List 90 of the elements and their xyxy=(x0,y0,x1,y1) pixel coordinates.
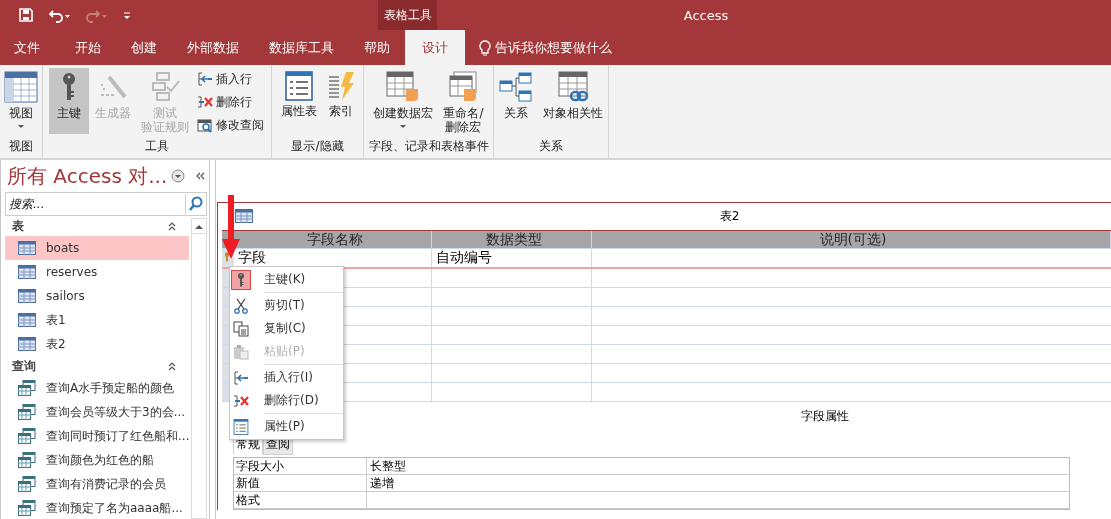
arrow-annotation xyxy=(222,195,240,259)
data-type-cell[interactable]: 自动编号 xyxy=(432,249,592,267)
property-name: 格式 xyxy=(234,492,367,508)
document-tab[interactable]: 表2 xyxy=(719,209,740,223)
group-label: 字段、记录和表格事件 xyxy=(368,138,489,155)
property-name: 新值 xyxy=(234,475,367,491)
menu-item[interactable]: 属性(P) xyxy=(230,415,343,438)
ribbon-button[interactable]: 修改查阅 xyxy=(194,114,266,136)
scroll-up-icon[interactable] xyxy=(195,223,203,229)
collapse-icon[interactable] xyxy=(167,360,177,372)
group-header[interactable]: 查询 xyxy=(12,357,36,375)
table-icon xyxy=(18,313,36,327)
ribbon-tab[interactable]: 开始 xyxy=(60,30,116,65)
ribbon-button[interactable]: 视图 xyxy=(0,68,42,134)
tell-me-search[interactable]: 告诉我你想要做什么 xyxy=(495,38,612,57)
table-icon xyxy=(18,337,36,351)
nav-item[interactable]: 查询A水手预定船的颜色 xyxy=(5,376,189,400)
column-header: 数据类型 xyxy=(432,231,592,248)
query-icon xyxy=(18,500,36,516)
table-icon xyxy=(18,265,36,279)
group-label: 视图 xyxy=(9,138,33,155)
query-icon xyxy=(18,476,36,492)
nav-item[interactable]: 查询预定了名为aaaa船... xyxy=(5,496,189,519)
property-name: 字段大小 xyxy=(234,458,367,474)
caret-icon[interactable] xyxy=(399,124,408,129)
table-scroll-icon xyxy=(386,71,421,103)
nav-pane-title[interactable]: 所有 Access 对... xyxy=(7,162,168,190)
menu-item[interactable]: 复制(C) xyxy=(230,317,343,340)
ribbon-tab[interactable]: 创建 xyxy=(116,30,172,65)
column-header: 说明(可选) xyxy=(592,231,1111,248)
query-icon xyxy=(18,404,36,420)
relationships-icon xyxy=(499,71,533,103)
menu-item[interactable]: 删除行(D) xyxy=(230,389,343,412)
nav-item[interactable]: 查询颜色为红色的船 xyxy=(5,448,189,472)
ribbon-button[interactable]: 主键 xyxy=(48,68,89,134)
ribbon-button[interactable]: 索引 xyxy=(322,68,359,134)
query-icon xyxy=(18,452,36,468)
grid-icon xyxy=(4,71,38,103)
insert-rows-icon xyxy=(196,71,213,87)
ribbon-tab[interactable]: 设计 xyxy=(405,30,465,65)
group-label: 关系 xyxy=(539,138,563,155)
table-link-icon xyxy=(555,71,591,103)
ribbon-button[interactable]: 关系 xyxy=(495,68,537,134)
menu-item[interactable]: 主键(K) xyxy=(230,268,343,291)
property-sheet-icon xyxy=(284,71,313,101)
nav-item[interactable]: boats xyxy=(5,236,189,260)
collapse-icon[interactable] xyxy=(167,220,177,232)
table-icon xyxy=(18,289,36,303)
nav-item[interactable]: 表1 xyxy=(5,308,189,332)
ribbon-button[interactable]: 创建数据宏 xyxy=(369,68,438,134)
collapse-pane-icon[interactable] xyxy=(195,171,206,181)
query-icon xyxy=(18,428,36,444)
table-icon xyxy=(235,209,253,223)
lightbulb-icon xyxy=(479,39,491,56)
save-icon[interactable] xyxy=(18,7,34,23)
delete-rows-icon xyxy=(196,94,213,110)
table-magnifier-icon xyxy=(196,117,213,133)
table-icon xyxy=(18,241,36,255)
ribbon-tab[interactable]: 文件 xyxy=(0,30,54,65)
nav-item[interactable]: 查询同时预订了红色船和... xyxy=(5,424,189,448)
property-value[interactable]: 递增 xyxy=(367,475,394,491)
group-label: 工具 xyxy=(145,138,169,155)
menu-item[interactable]: 插入行(I) xyxy=(230,366,343,389)
nav-item[interactable]: 查询会员等级大于3的会... xyxy=(5,400,189,424)
ribbon-button[interactable]: 对象相关性 xyxy=(539,68,607,134)
lightning-icon xyxy=(326,71,355,101)
ribbon-tab[interactable]: 数据库工具 xyxy=(254,30,349,65)
query-icon xyxy=(18,380,36,396)
ribbon-button[interactable]: 插入行 xyxy=(194,68,266,90)
group-label: 显示/隐藏 xyxy=(291,138,344,155)
property-value[interactable]: 长整型 xyxy=(367,458,406,474)
group-header[interactable]: 表 xyxy=(12,217,24,235)
nav-item[interactable]: reserves xyxy=(5,260,189,284)
caret-icon[interactable] xyxy=(17,124,25,129)
nav-item[interactable]: sailors xyxy=(5,284,189,308)
section-label: 字段属性 xyxy=(800,409,849,423)
scrollbar[interactable] xyxy=(191,218,207,519)
search-field[interactable]: 搜索... xyxy=(5,192,207,216)
dropdown-icon[interactable] xyxy=(171,169,186,183)
window-title: Access xyxy=(683,7,729,23)
context-tab-label: 表格工具 xyxy=(378,0,437,30)
ribbon-button[interactable]: 删除行 xyxy=(194,91,266,113)
nav-item[interactable]: 查询有消费记录的会员 xyxy=(5,472,189,496)
undo-icon[interactable] xyxy=(48,7,64,23)
nav-item[interactable]: 表2 xyxy=(5,332,189,356)
ribbon-button[interactable]: 属性表 xyxy=(276,68,321,134)
ribbon-tab[interactable]: 帮助 xyxy=(349,30,405,65)
ribbon-button[interactable]: 重命名/ 删除宏 xyxy=(439,68,488,137)
menu-item[interactable]: 剪切(T) xyxy=(230,294,343,317)
ribbon-tab[interactable]: 外部数据 xyxy=(172,30,254,65)
